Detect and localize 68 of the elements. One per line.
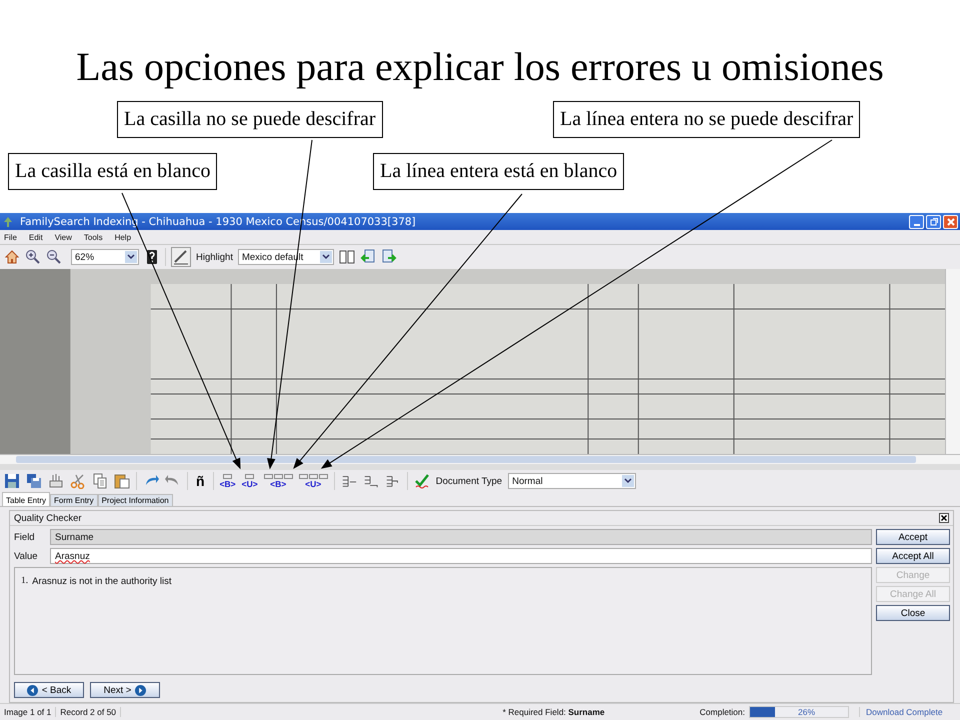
next-button[interactable]: Next > <box>90 682 160 698</box>
back-button[interactable]: < Back <box>14 682 84 698</box>
field-label: Field <box>14 532 36 542</box>
scissors-icon[interactable] <box>70 473 86 489</box>
special-character-button[interactable]: ñ <box>194 474 207 488</box>
tab[interactable]: Table Entry <box>2 492 50 506</box>
restore-button[interactable] <box>926 214 941 228</box>
tab[interactable]: Form Entry <box>50 494 98 506</box>
home-icon[interactable] <box>4 249 20 265</box>
action-button[interactable]: Accept <box>876 529 950 545</box>
horizontal-scrollbar[interactable] <box>0 454 960 464</box>
help-icon[interactable] <box>144 249 160 265</box>
previous-page-icon[interactable] <box>360 249 376 265</box>
save-icon[interactable] <box>4 473 20 489</box>
menu-item[interactable]: Tools <box>84 232 103 242</box>
menu-item[interactable]: Edit <box>28 232 43 242</box>
callout-label: La línea entera no se puede descifrar <box>553 101 860 138</box>
menu-item[interactable]: View <box>54 232 72 242</box>
completion-percent: 26% <box>798 707 816 717</box>
value-label: Value <box>14 550 39 562</box>
action-button[interactable]: Close <box>876 605 950 621</box>
menu-item[interactable]: File <box>4 232 17 242</box>
image-count: Image 1 of 1 <box>4 707 56 717</box>
restore-icon <box>928 216 938 226</box>
zoom-out-icon[interactable] <box>46 249 62 265</box>
check-icon[interactable] <box>414 473 430 489</box>
zoom-dropdown[interactable]: 62% <box>71 249 139 265</box>
highlight-label: Highlight <box>196 252 233 262</box>
minimize-icon <box>914 224 920 226</box>
callout-label: La línea entera está en blanco <box>373 153 624 190</box>
action-button[interactable]: Accept All <box>876 548 950 564</box>
tree-icon <box>2 216 14 228</box>
required-field-text: * Required Field: Surname <box>502 707 605 717</box>
document-type-dropdown[interactable]: Normal <box>508 473 636 489</box>
message-text: Arasnuz is not in the authority list <box>32 576 172 587</box>
zoom-in-icon[interactable] <box>25 249 41 265</box>
paste-icon[interactable] <box>114 473 130 489</box>
highlighter-icon[interactable] <box>171 247 191 267</box>
move-row-icon[interactable] <box>384 473 401 489</box>
blank-field-marker-button[interactable]: <B> <box>220 474 236 488</box>
callout-label: La casilla no se puede descifrar <box>117 101 383 138</box>
download-status: Download Complete <box>859 707 956 717</box>
close-icon <box>946 216 956 226</box>
blank-field-marker-button[interactable]: <U> <box>242 474 258 488</box>
close-icon[interactable] <box>939 513 949 523</box>
minimize-button[interactable] <box>909 214 924 228</box>
menu-item[interactable]: Help <box>114 232 132 242</box>
blank-row-marker-button[interactable]: <U> <box>298 474 328 488</box>
panel-title: Quality Checker <box>14 512 82 524</box>
split-view-icon[interactable] <box>338 249 355 265</box>
next-page-icon[interactable] <box>380 249 397 265</box>
record-count: Record 2 of 50 <box>60 707 122 717</box>
callout-label: La casilla está en blanco <box>8 153 218 190</box>
splitter-handle[interactable] <box>0 464 960 470</box>
field-name-display: Surname <box>50 529 872 545</box>
tab[interactable]: Project Information <box>98 494 173 506</box>
copy-icon[interactable] <box>92 473 108 489</box>
value-input-field[interactable]: Arasnuz <box>50 548 872 564</box>
blank-row-marker-button[interactable]: <B> <box>264 474 293 488</box>
close-button[interactable] <box>943 214 958 228</box>
document-type-label: Document Type <box>436 476 502 486</box>
save-all-icon[interactable] <box>26 473 42 489</box>
vertical-scrollbar[interactable] <box>945 269 960 454</box>
completion-label: Completion: <box>700 707 745 717</box>
list-number: 1. <box>21 576 28 587</box>
delete-row-icon[interactable] <box>362 473 379 489</box>
insert-row-icon[interactable] <box>340 473 357 489</box>
slide-title: Las opciones para explicar los errores u omisiones <box>75 43 885 91</box>
